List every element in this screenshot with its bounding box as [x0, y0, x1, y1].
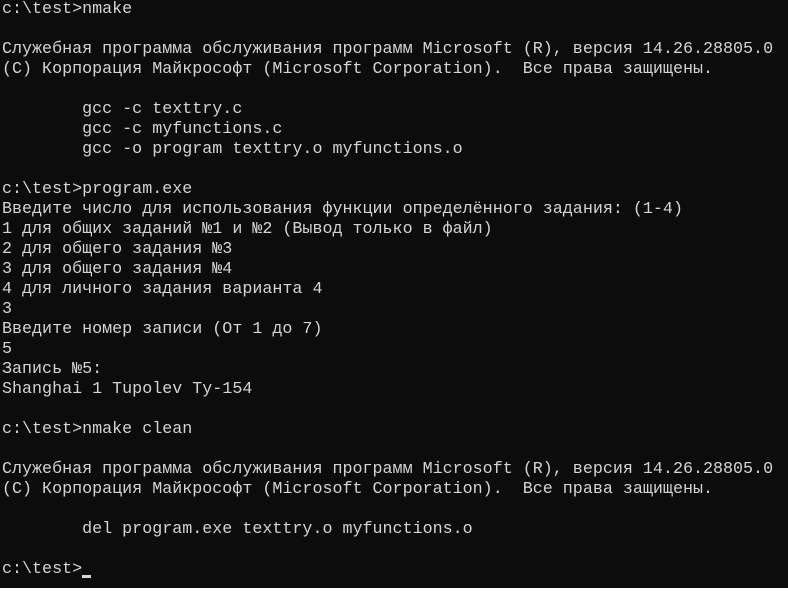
console-line: gcc -c myfunctions.c: [2, 120, 283, 139]
console-line: 3: [2, 300, 13, 319]
console-output: c:\test>nmake Служебная программа обслуж…: [0, 0, 788, 580]
console-window[interactable]: c:\test>nmake Служебная программа обслуж…: [0, 0, 788, 588]
console-line: Введите номер записи (От 1 до 7): [2, 320, 323, 339]
console-line: 2 для общего задания №3: [2, 240, 233, 259]
console-line: del program.exe texttry.o myfunctions.o: [2, 520, 473, 539]
console-line: c:\test>nmake clean: [2, 420, 193, 439]
text-cursor: [82, 575, 92, 578]
console-line: Shanghai 1 Tupolev Ty-154: [2, 380, 253, 399]
console-line: 1 для общих заданий №1 и №2 (Вывод тольк…: [2, 220, 493, 239]
console-line: (C) Корпорация Майкрософт (Microsoft Cor…: [2, 60, 714, 79]
console-line: Введите число для использования функции …: [2, 200, 683, 219]
console-line: gcc -o program texttry.o myfunctions.o: [2, 140, 463, 159]
console-line: Служебная программа обслуживания програм…: [2, 40, 774, 59]
command-prompt[interactable]: c:\test>: [2, 560, 788, 580]
console-line: 5: [2, 340, 13, 359]
console-line: Запись №5:: [2, 360, 103, 379]
console-line: gcc -c texttry.c: [2, 100, 243, 119]
console-line: 3 для общего задания №4: [2, 260, 233, 279]
console-line: c:\test>nmake: [2, 0, 133, 19]
console-line: 4 для личного задания варианта 4: [2, 280, 323, 299]
console-line: (C) Корпорация Майкрософт (Microsoft Cor…: [2, 480, 714, 499]
console-line: c:\test>program.exe: [2, 180, 193, 199]
prompt-text: c:\test>: [2, 560, 83, 579]
console-line: Служебная программа обслуживания програм…: [2, 460, 774, 479]
